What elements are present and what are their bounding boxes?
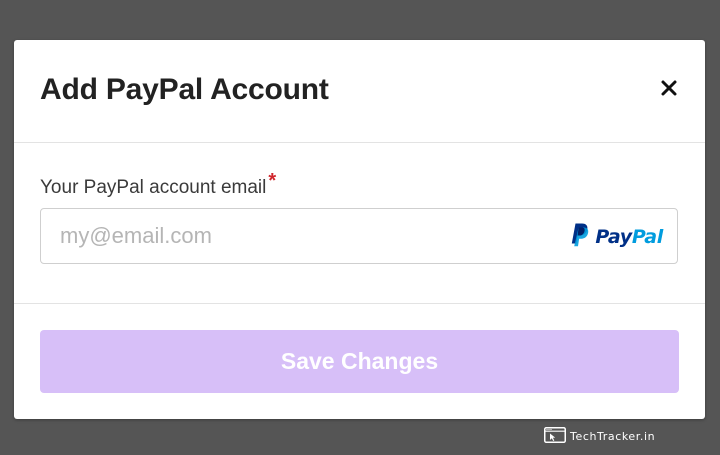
paypal-wordmark-pay: Pay — [595, 226, 632, 248]
required-mark: * — [268, 170, 277, 192]
close-icon — [657, 76, 681, 100]
email-input[interactable] — [41, 209, 561, 263]
save-changes-button[interactable]: Save Changes — [40, 330, 679, 393]
watermark: TechTracker.in — [544, 426, 656, 446]
paypal-logo: PayPal — [571, 223, 663, 252]
modal-header: Add PayPal Account — [14, 40, 705, 143]
modal-footer-divider — [14, 303, 705, 304]
paypal-wordmark: PayPal — [595, 226, 663, 248]
add-paypal-modal: Add PayPal Account Your PayPal account e… — [14, 40, 705, 419]
email-field-wrapper: PayPal — [40, 208, 678, 264]
close-button[interactable] — [657, 76, 681, 100]
modal-title: Add PayPal Account — [40, 73, 329, 106]
watermark-text: TechTracker.in — [570, 429, 656, 443]
email-field-label-text: Your PayPal account email — [40, 177, 267, 198]
browser-cursor-icon — [544, 426, 570, 446]
email-field-label: Your PayPal account email * — [40, 170, 276, 199]
paypal-wordmark-pal: Pal — [631, 226, 663, 248]
paypal-p-icon — [571, 223, 589, 252]
